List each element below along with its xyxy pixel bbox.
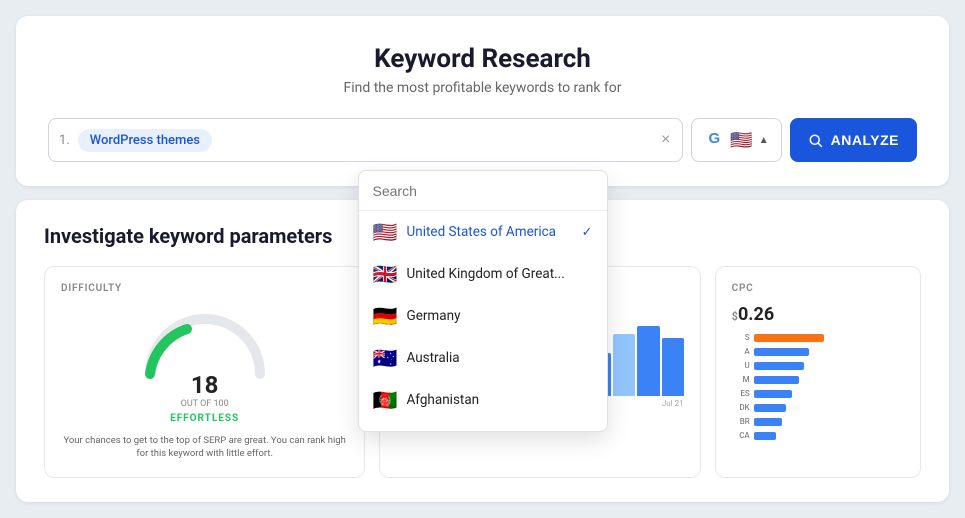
keyword-tag[interactable]: WordPress themes <box>78 129 212 152</box>
bar-chart-bar <box>637 326 659 396</box>
cpc-bar-label: BR <box>732 417 750 426</box>
gauge-container: 18 OUT OF 100 EFFORTLESS Your chances to… <box>61 304 348 461</box>
cpc-bar-label: A <box>732 347 750 356</box>
cpc-bar-row: A <box>732 347 904 356</box>
selected-check-icon: ✓ <box>582 225 593 240</box>
search-input[interactable] <box>220 132 651 148</box>
country-flag-icon: 🇬🇧 <box>373 262 397 286</box>
cpc-bar-fill <box>754 418 782 426</box>
country-flag-icon: 🇦🇫 <box>373 388 397 412</box>
dropdown-item[interactable]: 🇦🇺 Australia <box>359 337 607 379</box>
cpc-bar-fill <box>754 362 804 370</box>
header-card: Keyword Research Find the most profitabl… <box>16 16 949 186</box>
country-name: Germany <box>407 308 461 324</box>
difficulty-value: 18 <box>191 371 219 399</box>
country-flag-icon: 🇦🇱 <box>373 430 397 431</box>
analyze-button[interactable]: ANALYZE <box>790 118 917 162</box>
cpc-bar-fill <box>754 348 809 356</box>
difficulty-label: DIFFICULTY <box>61 283 348 294</box>
cpc-bar-label: DK <box>732 403 750 412</box>
cpc-bar-fill <box>754 376 799 384</box>
dropdown-item[interactable]: 🇬🇧 United Kingdom of Great... <box>359 253 607 295</box>
cpc-bars: SAUM ES DK BR CA <box>732 333 904 440</box>
cpc-bar-label: S <box>732 333 750 342</box>
country-name: Afghanistan <box>407 392 480 408</box>
country-name: United Kingdom of Great... <box>407 266 565 282</box>
country-name: United States of America <box>407 224 557 240</box>
dropdown-item[interactable]: 🇩🇪 Germany <box>359 295 607 337</box>
difficulty-status: EFFORTLESS <box>170 413 239 424</box>
cpc-label: CPC <box>732 283 904 294</box>
country-dropdown: 🇺🇸 United States of America ✓ 🇬🇧 United King… <box>358 170 608 432</box>
country-name: Australia <box>407 350 460 366</box>
cpc-bar-row: ES <box>732 389 904 398</box>
gauge-svg <box>140 304 270 379</box>
search-input-wrapper: 1. WordPress themes × <box>48 118 683 162</box>
difficulty-desc: Your chances to get to the top of SERP a… <box>61 434 348 461</box>
dropdown-item[interactable]: 🇦🇫 Afghanistan <box>359 379 607 421</box>
chevron-up-icon: ▲ <box>759 135 769 146</box>
cpc-bar-row: U <box>732 361 904 370</box>
cpc-bar-label: ES <box>732 389 750 398</box>
search-row: 1. WordPress themes × G 🇺🇸 ▲ ANALYZE <box>48 118 917 162</box>
cpc-widget: CPC $0.26 SAUM ES DK BR CA <box>715 266 921 478</box>
cpc-bar-row: CA <box>732 431 904 440</box>
dropdown-item[interactable]: 🇦🇱Albania <box>359 421 607 431</box>
clear-button[interactable]: × <box>659 131 672 149</box>
dropdown-search-area <box>359 171 607 211</box>
cpc-bar-fill <box>754 390 792 398</box>
country-selector-button[interactable]: G 🇺🇸 ▲ <box>691 118 781 162</box>
bar-chart-bar <box>613 334 635 396</box>
bar-chart-bar <box>662 338 684 396</box>
country-flag-icon: 🇺🇸 <box>373 220 397 244</box>
dropdown-list: 🇺🇸 United States of America ✓ 🇬🇧 United King… <box>359 211 607 431</box>
google-g-icon: G <box>704 130 724 150</box>
dropdown-search-input[interactable] <box>373 183 593 199</box>
input-number: 1. <box>59 133 70 148</box>
difficulty-sub: OUT OF 100 <box>181 399 229 409</box>
cpc-value: $0.26 <box>732 304 904 325</box>
analyze-label: ANALYZE <box>831 132 899 148</box>
page-title: Keyword Research <box>48 44 917 74</box>
cpc-bar-row: BR <box>732 417 904 426</box>
cpc-bar-fill <box>754 334 824 342</box>
cpc-bar-label: M <box>732 375 750 384</box>
country-flag-icon: 🇩🇪 <box>373 304 397 328</box>
cpc-bar-row: DK <box>732 403 904 412</box>
x-label: Jul 21 <box>662 399 684 408</box>
page-subtitle: Find the most profitable keywords to ran… <box>48 80 917 96</box>
cpc-bar-fill <box>754 432 776 440</box>
country-flag-icon: 🇦🇺 <box>373 346 397 370</box>
search-icon <box>808 133 823 148</box>
cpc-bar-label: CA <box>732 431 750 440</box>
cpc-bar-row: M <box>732 375 904 384</box>
us-flag-icon: 🇺🇸 <box>730 131 752 149</box>
cpc-bar-row: S <box>732 333 904 342</box>
cpc-bar-label: U <box>732 361 750 370</box>
difficulty-widget: DIFFICULTY 18 OUT OF 100 EFFORTLESS Your… <box>44 266 365 478</box>
cpc-bar-fill <box>754 404 786 412</box>
dropdown-item[interactable]: 🇺🇸 United States of America ✓ <box>359 211 607 253</box>
